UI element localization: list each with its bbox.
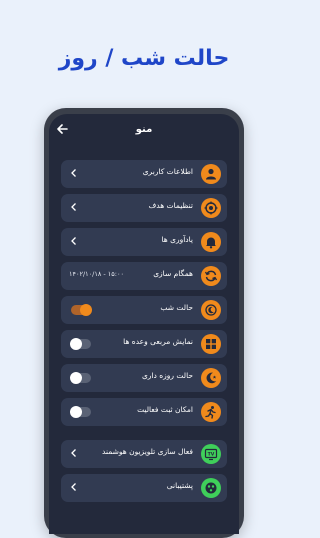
menu-item-label: فعال سازی تلویزیون هوشمند <box>102 447 193 456</box>
menu-item-support[interactable]: پشتیبانی <box>61 474 227 502</box>
toggle-knob <box>70 372 82 384</box>
activity-logging-toggle[interactable] <box>70 406 91 418</box>
moon-icon <box>201 300 221 320</box>
menu-item-night-mode[interactable]: حالت شب <box>61 296 227 324</box>
square-meals-toggle[interactable] <box>70 338 91 350</box>
app-bar: منو <box>49 114 239 150</box>
menu-item-label: اطلاعات کاربری <box>142 167 193 176</box>
fasting-mode-toggle[interactable] <box>70 372 91 384</box>
menu-item-label: همگام سازی <box>153 269 193 278</box>
toggle-knob <box>80 304 92 316</box>
chevron-left-icon <box>71 237 76 245</box>
support-icon <box>201 478 221 498</box>
phone-frame: منو اطلاعات کاربری تنظیمات هدف یادآوری ه… <box>44 108 244 538</box>
menu-title: منو <box>135 124 153 135</box>
menu-item-reminders[interactable]: یادآوری ها <box>61 228 227 256</box>
menu-item-label: نمایش مربعی وعده ها <box>123 337 193 346</box>
user-icon <box>201 164 221 184</box>
menu-item-sync[interactable]: همگام سازی ۱۴۰۲/۱۰/۱۸ - ۱۵:۰۰ <box>61 262 227 290</box>
chevron-left-icon <box>71 483 76 491</box>
menu-item-label: حالت روزه داری <box>141 371 193 380</box>
crescent-icon <box>201 368 221 388</box>
grid-icon <box>201 334 221 354</box>
menu-item-activity-logging[interactable]: امکان ثبت فعالیت <box>61 398 227 426</box>
menu-item-label: حالت شب <box>160 303 193 312</box>
tv-icon-text: TV <box>208 452 215 458</box>
last-sync-time: ۱۴۰۲/۱۰/۱۸ - ۱۵:۰۰ <box>69 270 124 278</box>
menu-item-user-info[interactable]: اطلاعات کاربری <box>61 160 227 188</box>
menu-item-label: امکان ثبت فعالیت <box>137 405 193 414</box>
menu-item-fasting-mode[interactable]: حالت روزه داری <box>61 364 227 392</box>
menu-item-square-meals[interactable]: نمایش مربعی وعده ها <box>61 330 227 358</box>
chevron-left-icon <box>71 203 76 211</box>
night-mode-toggle[interactable] <box>71 304 92 316</box>
running-icon <box>201 402 221 422</box>
page-headline: حالت شب / روز <box>58 46 230 71</box>
app-screen: منو اطلاعات کاربری تنظیمات هدف یادآوری ه… <box>49 114 239 534</box>
toggle-knob <box>70 338 82 350</box>
target-icon <box>201 198 221 218</box>
menu-item-label: پشتیبانی <box>166 481 193 490</box>
sync-icon <box>201 266 221 286</box>
chevron-left-icon <box>71 169 76 177</box>
menu-item-label: یادآوری ها <box>161 235 193 244</box>
menu-item-smart-tv[interactable]: TV فعال سازی تلویزیون هوشمند <box>61 440 227 468</box>
chevron-left-icon <box>71 449 76 457</box>
tv-icon: TV <box>201 444 221 464</box>
toggle-knob <box>70 406 82 418</box>
bell-icon <box>201 232 221 252</box>
menu-item-target-settings[interactable]: تنظیمات هدف <box>61 194 227 222</box>
menu-item-label: تنظیمات هدف <box>148 201 194 210</box>
